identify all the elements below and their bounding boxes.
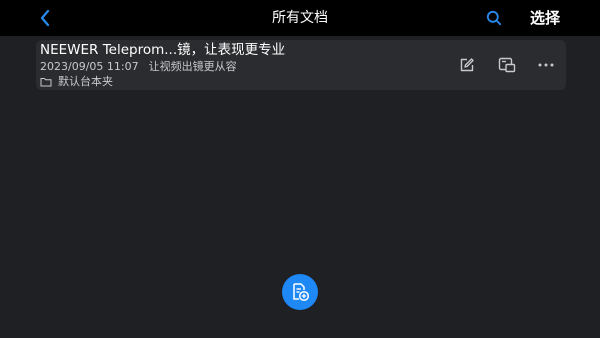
edit-icon [460, 58, 474, 72]
document-meta: 2023/09/05 11:07 让视频出镜更从容 [40, 60, 237, 74]
more-icon [538, 63, 554, 67]
new-document-button[interactable] [282, 274, 318, 310]
more-button[interactable] [536, 55, 556, 75]
document-snippet: 让视频出镜更从容 [148, 60, 237, 73]
search-button[interactable] [484, 8, 504, 28]
search-icon [486, 10, 502, 26]
page-title: 所有文档 [272, 10, 328, 26]
document-date: 2023/09/05 11:07 [40, 60, 139, 73]
document-card[interactable]: NEEWER Teleprom...镜，让表现更专业 2023/09/05 11… [36, 40, 566, 90]
document-title: NEEWER Teleprom...镜，让表现更专业 [40, 42, 286, 58]
edit-button[interactable] [457, 55, 477, 75]
select-button[interactable]: 选择 [530, 8, 560, 28]
teleprompter-preview-icon [498, 57, 516, 73]
teleprompter-preview-button[interactable] [497, 55, 517, 75]
folder-icon [40, 77, 52, 87]
document-folder: 默认台本夹 [40, 75, 113, 89]
new-document-icon [293, 283, 310, 302]
folder-name: 默认台本夹 [58, 75, 113, 88]
top-bar: 所有文档 选择 [0, 0, 600, 36]
